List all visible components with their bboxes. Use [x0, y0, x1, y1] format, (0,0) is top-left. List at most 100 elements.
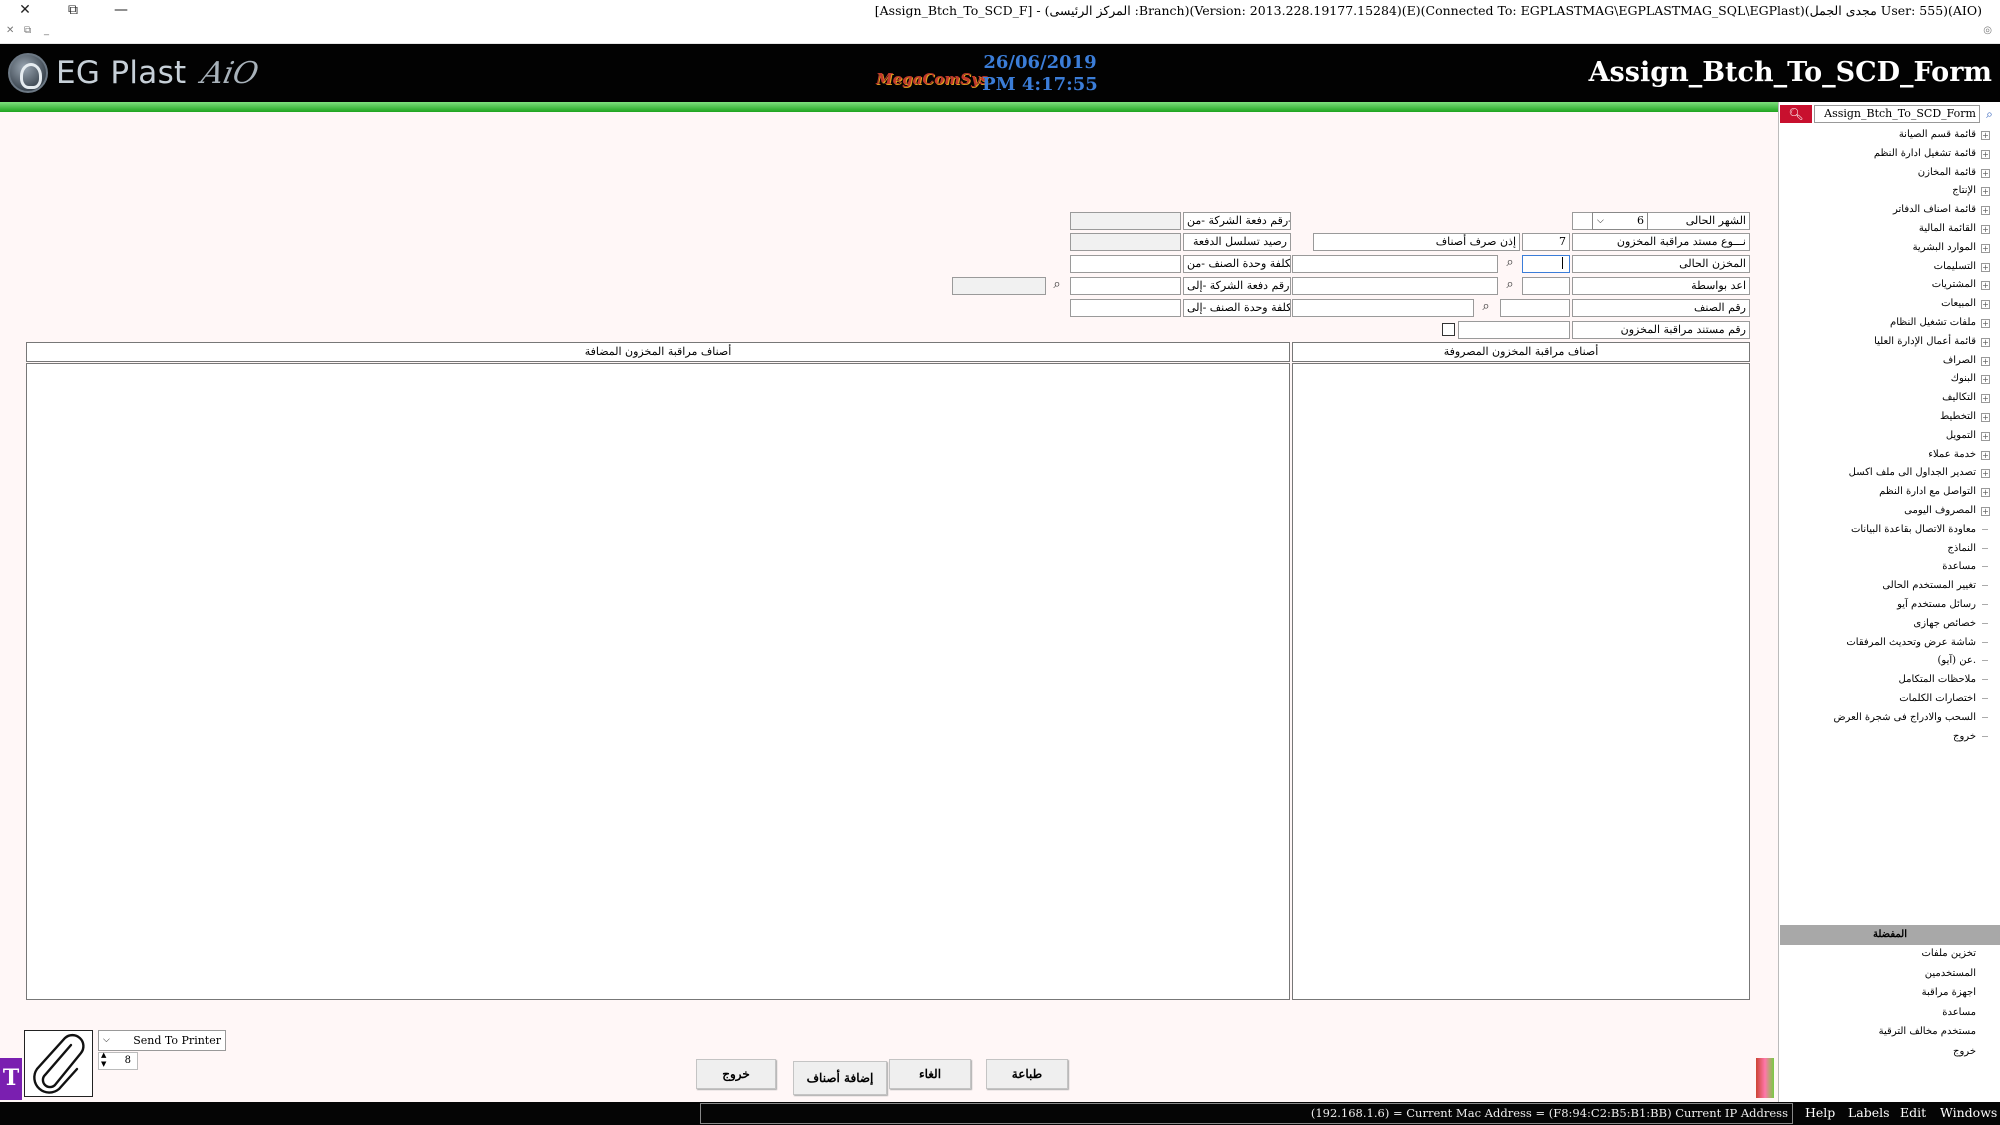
- company-batch-to-input[interactable]: [1070, 277, 1181, 295]
- tree-item[interactable]: القائمة المالية: [1919, 220, 1976, 238]
- prepared-by-name-input[interactable]: [1292, 277, 1498, 295]
- prepared-by-code-input[interactable]: [1522, 277, 1570, 295]
- menu-help[interactable]: Help: [1805, 1105, 1835, 1120]
- item-name-input[interactable]: [1292, 299, 1474, 317]
- menu-edit[interactable]: Edit: [1900, 1105, 1926, 1120]
- cancel-button[interactable]: الغاء: [889, 1059, 971, 1089]
- printer-select[interactable]: ⌵ Send To Printer: [98, 1030, 226, 1051]
- item-no-input[interactable]: [1500, 299, 1570, 317]
- expand-icon[interactable]: +: [1981, 337, 1990, 347]
- current-store-name-input[interactable]: [1292, 255, 1498, 273]
- tree-item[interactable]: النماذج: [1947, 540, 1976, 558]
- mdi-close-icon[interactable]: ✕: [6, 25, 14, 36]
- expand-icon[interactable]: +: [1981, 243, 1990, 253]
- tree-item[interactable]: تغيير المستخدم الحالى: [1882, 577, 1976, 595]
- exit-button[interactable]: خروج: [696, 1059, 776, 1089]
- tree-item[interactable]: قائمة اصناف الدفاتر: [1893, 201, 1976, 219]
- tree-item[interactable]: ملفات تشغيل النظام: [1890, 314, 1976, 332]
- tree-item[interactable]: المصروف اليومى: [1904, 502, 1976, 520]
- copies-stepper[interactable]: ▲ ▼ 8: [98, 1051, 138, 1070]
- doc-no-checkbox[interactable]: [1442, 323, 1455, 336]
- company-batch-from-input[interactable]: [1070, 212, 1181, 230]
- consumed-items-grid[interactable]: [1292, 363, 1750, 1000]
- favorite-item[interactable]: مساعدة: [1942, 1004, 1976, 1022]
- current-store-code-input[interactable]: [1522, 255, 1570, 273]
- tree-search-input[interactable]: Assign_Btch_To_SCD_Form: [1814, 105, 1980, 123]
- doc-no-input[interactable]: [1458, 321, 1570, 339]
- tree-item[interactable]: قائمة تشغيل ادارة النظم: [1874, 145, 1976, 163]
- tree-item[interactable]: التواصل مع ادارة النظم: [1879, 483, 1976, 501]
- tree-item[interactable]: عن (آيو).: [1938, 652, 1976, 670]
- stepper-arrows-icon[interactable]: ▲ ▼: [101, 1051, 106, 1069]
- favorite-item[interactable]: خروج: [1953, 1043, 1976, 1061]
- menu-windows[interactable]: Windows: [1940, 1105, 1997, 1120]
- tree-item[interactable]: خصائص جهازى: [1913, 615, 1976, 633]
- doc-type-name-input[interactable]: إذن صرف أصناف: [1313, 233, 1520, 251]
- prepared-by-search-icon[interactable]: ⌕: [1500, 277, 1520, 295]
- close-window-button[interactable]: ✕: [2, 0, 48, 22]
- tree-item[interactable]: مساعدة: [1942, 558, 1976, 576]
- expand-icon[interactable]: +: [1981, 206, 1990, 216]
- tree-search-button[interactable]: 🔍︎: [1780, 105, 1812, 123]
- expand-icon[interactable]: +: [1981, 469, 1990, 479]
- expand-icon[interactable]: +: [1981, 300, 1990, 310]
- tree-item[interactable]: التسليمات: [1934, 258, 1976, 276]
- tree-item[interactable]: شاشة عرض وتحديث المرفقات: [1846, 634, 1976, 652]
- expand-icon[interactable]: +: [1981, 413, 1990, 422]
- tree-item[interactable]: قائمة قسم الصيانة: [1899, 126, 1976, 144]
- minimize-window-button[interactable]: —: [98, 0, 144, 22]
- expand-icon[interactable]: +: [1981, 225, 1990, 234]
- unit-cost-from-input[interactable]: [1070, 255, 1181, 273]
- expand-icon[interactable]: +: [1981, 431, 1990, 441]
- store-search-icon[interactable]: ⌕: [1500, 255, 1520, 273]
- tree-item[interactable]: المشتريات: [1932, 276, 1976, 294]
- tree-item[interactable]: معاودة الاتصال بقاعدة البيانات: [1851, 521, 1976, 539]
- menu-labels[interactable]: Labels: [1848, 1105, 1890, 1120]
- tree-item[interactable]: اختصارات الكلمات: [1899, 690, 1976, 708]
- mdi-restore-icon[interactable]: ⧉: [24, 25, 31, 36]
- expand-icon[interactable]: +: [1981, 168, 1990, 178]
- batch-to-result-input[interactable]: [952, 277, 1046, 295]
- item-search-icon[interactable]: ⌕: [1476, 299, 1496, 317]
- tree-item[interactable]: رسائل مستخدم آيو: [1897, 596, 1976, 614]
- tree-item[interactable]: المبيعات: [1941, 295, 1976, 313]
- batch-balance-input[interactable]: [1070, 233, 1181, 251]
- tree-item[interactable]: السحب والادراج فى شجرة العرض: [1833, 709, 1976, 727]
- expand-icon[interactable]: +: [1981, 488, 1990, 498]
- right-dock-tab[interactable]: [1756, 1058, 1774, 1098]
- expand-icon[interactable]: +: [1981, 507, 1990, 516]
- favorite-item[interactable]: تخزين ملفات: [1921, 945, 1976, 963]
- expand-icon[interactable]: +: [1981, 131, 1990, 140]
- expand-icon[interactable]: +: [1981, 187, 1990, 197]
- current-month-select[interactable]: ⌵ 6: [1592, 212, 1648, 230]
- batch-to-search-icon[interactable]: ⌕: [1047, 277, 1067, 295]
- tree-item[interactable]: التمويل: [1946, 427, 1976, 445]
- add-items-button[interactable]: إضافة أصناف: [793, 1061, 887, 1095]
- tree-item[interactable]: خدمة عملاء: [1928, 446, 1976, 464]
- added-items-grid[interactable]: [26, 363, 1290, 1000]
- tree-item[interactable]: قائمة أعمال الإدارة العليا: [1874, 333, 1976, 351]
- mdi-minimize-icon[interactable]: _: [44, 25, 49, 36]
- expand-icon[interactable]: +: [1981, 375, 1990, 385]
- tree-item[interactable]: تصدير الجداول الى ملف اكسل: [1849, 464, 1976, 482]
- expand-icon[interactable]: +: [1981, 281, 1990, 291]
- expand-icon[interactable]: +: [1981, 262, 1990, 272]
- tree-item[interactable]: خروج: [1953, 728, 1976, 746]
- favorite-item[interactable]: اجهزة مراقبة: [1922, 984, 1976, 1002]
- doc-type-code-input[interactable]: 7: [1522, 233, 1570, 251]
- expand-icon[interactable]: +: [1981, 149, 1990, 159]
- tree-item[interactable]: الصراف: [1943, 352, 1976, 370]
- favorite-item[interactable]: المستخدمين: [1925, 965, 1976, 983]
- attachments-button[interactable]: [24, 1030, 93, 1097]
- tree-item[interactable]: ملاحظات المتكامل: [1899, 671, 1976, 689]
- restore-window-button[interactable]: ⧉: [50, 0, 96, 22]
- print-button[interactable]: طباعة: [986, 1059, 1068, 1089]
- favorite-item[interactable]: مستخدم مخالف الترقية: [1879, 1023, 1976, 1041]
- tree-item[interactable]: التخطيط: [1940, 408, 1976, 426]
- left-dock-tab[interactable]: T: [0, 1058, 22, 1100]
- expand-icon[interactable]: +: [1981, 356, 1990, 366]
- expand-icon[interactable]: +: [1981, 319, 1990, 328]
- tree-item[interactable]: التكاليف: [1942, 389, 1976, 407]
- expand-icon[interactable]: +: [1981, 394, 1990, 404]
- expand-icon[interactable]: +: [1981, 450, 1990, 460]
